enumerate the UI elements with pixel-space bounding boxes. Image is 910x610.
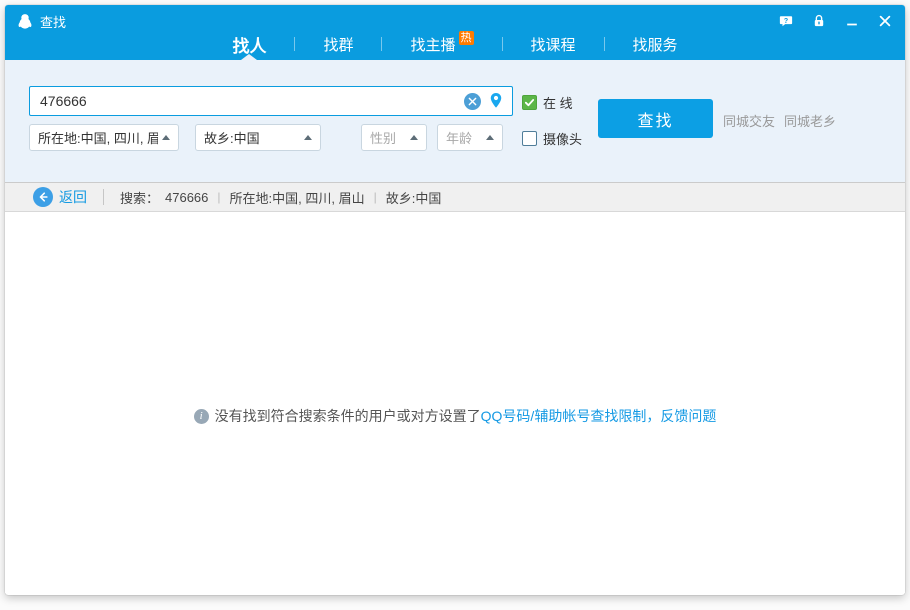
gender-dropdown-value: 性别 — [370, 128, 406, 147]
summary-hometown: 故乡:中国 — [386, 188, 442, 207]
tab-label: 找课程 — [531, 34, 576, 55]
tab-separator — [502, 37, 503, 51]
tab-find-courses[interactable]: 找课程 — [531, 28, 576, 60]
qq-penguin-icon — [17, 13, 33, 29]
feedback-problem-link[interactable]: 反馈问题 — [660, 406, 716, 426]
result-bar: 返回 搜索： 476666 | 所在地:中国, 四川, 眉山 | 故乡:中国 — [5, 182, 905, 212]
tab-find-groups[interactable]: 找群 — [323, 28, 353, 60]
qq-restriction-link[interactable]: QQ号码/辅助帐号查找限制 — [481, 406, 647, 426]
online-label: 在 线 — [543, 93, 573, 112]
camera-checkbox[interactable]: 摄像头 — [522, 129, 582, 148]
checkbox-checked-icon — [522, 95, 537, 110]
summary-divider: | — [374, 190, 377, 204]
city-links: 同城交友 同城老乡 — [723, 111, 836, 130]
search-input-wrap — [29, 86, 513, 116]
empty-text: 没有找到符合搜索条件的用户或对方设置了 — [215, 406, 481, 426]
gender-dropdown[interactable]: 性别 — [361, 124, 427, 151]
search-button[interactable]: 查找 — [598, 99, 713, 138]
empty-state-message: i 没有找到符合搜索条件的用户或对方设置了 QQ号码/辅助帐号查找限制 ， 反馈… — [5, 406, 905, 426]
back-button[interactable]: 返回 — [33, 187, 87, 207]
hometown-dropdown[interactable]: 故乡:中国 — [195, 124, 321, 151]
window-header: 查找 ? — [5, 5, 905, 60]
tab-find-services[interactable]: 找服务 — [633, 28, 678, 60]
back-arrow-icon — [33, 187, 53, 207]
page: { "window": { "title": "查找" }, "tabs": [… — [0, 0, 910, 610]
feedback-icon[interactable]: ? — [778, 13, 794, 29]
age-dropdown[interactable]: 年龄 — [437, 124, 503, 151]
vertical-divider — [103, 189, 104, 205]
checkbox-unchecked-icon — [522, 131, 537, 146]
location-dropdown[interactable]: 所在地:中国, 四川, 眉山 — [29, 124, 179, 151]
tab-label: 找主播 — [410, 34, 455, 55]
back-label: 返回 — [59, 187, 87, 207]
tab-find-streamers[interactable]: 找主播 热 — [410, 28, 473, 60]
dropdown-arrow-icon — [410, 135, 418, 140]
tab-separator — [604, 37, 605, 51]
search-summary: 搜索： 476666 | 所在地:中国, 四川, 眉山 | 故乡:中国 — [120, 188, 441, 207]
tab-label: 找群 — [323, 34, 353, 55]
search-panel: 在 线 摄像头 所在地:中国, 四川, 眉山 故乡:中国 性别 年龄 查找 同城… — [5, 60, 905, 182]
minimize-button[interactable] — [844, 13, 860, 29]
summary-query: 476666 — [165, 190, 208, 205]
summary-label: 搜索： — [120, 188, 159, 207]
camera-label: 摄像头 — [543, 129, 582, 148]
dropdown-arrow-icon — [304, 135, 312, 140]
close-button[interactable] — [877, 13, 893, 29]
location-pin-icon[interactable] — [488, 92, 504, 111]
online-checkbox[interactable]: 在 线 — [522, 93, 573, 112]
info-icon: i — [194, 409, 209, 424]
summary-divider: | — [217, 190, 220, 204]
clear-input-icon[interactable] — [464, 93, 481, 110]
results-area: i 没有找到符合搜索条件的用户或对方设置了 QQ号码/辅助帐号查找限制 ， 反馈… — [5, 212, 905, 593]
summary-location: 所在地:中国, 四川, 眉山 — [230, 188, 365, 207]
search-input[interactable] — [30, 87, 512, 115]
tab-label: 找人 — [232, 32, 266, 57]
tab-label: 找服务 — [633, 34, 678, 55]
tab-bar: 找人 找群 找主播 热 找课程 找服务 — [5, 28, 905, 60]
find-window: 查找 ? — [5, 5, 905, 595]
hometown-dropdown-value: 故乡:中国 — [204, 128, 300, 147]
hot-badge: 热 — [459, 31, 474, 45]
tab-separator — [294, 37, 295, 51]
lock-icon[interactable] — [811, 13, 827, 29]
svg-text:?: ? — [784, 18, 788, 25]
tab-find-people[interactable]: 找人 — [232, 28, 266, 60]
same-city-friends-link[interactable]: 同城交友 — [723, 111, 775, 130]
same-city-fellows-link[interactable]: 同城老乡 — [784, 111, 836, 130]
location-dropdown-value: 所在地:中国, 四川, 眉山 — [38, 128, 158, 147]
window-controls: ? — [778, 13, 893, 29]
age-dropdown-value: 年龄 — [446, 128, 482, 147]
comma-text: ， — [646, 406, 660, 426]
dropdown-arrow-icon — [162, 135, 170, 140]
dropdown-arrow-icon — [486, 135, 494, 140]
tab-separator — [381, 37, 382, 51]
